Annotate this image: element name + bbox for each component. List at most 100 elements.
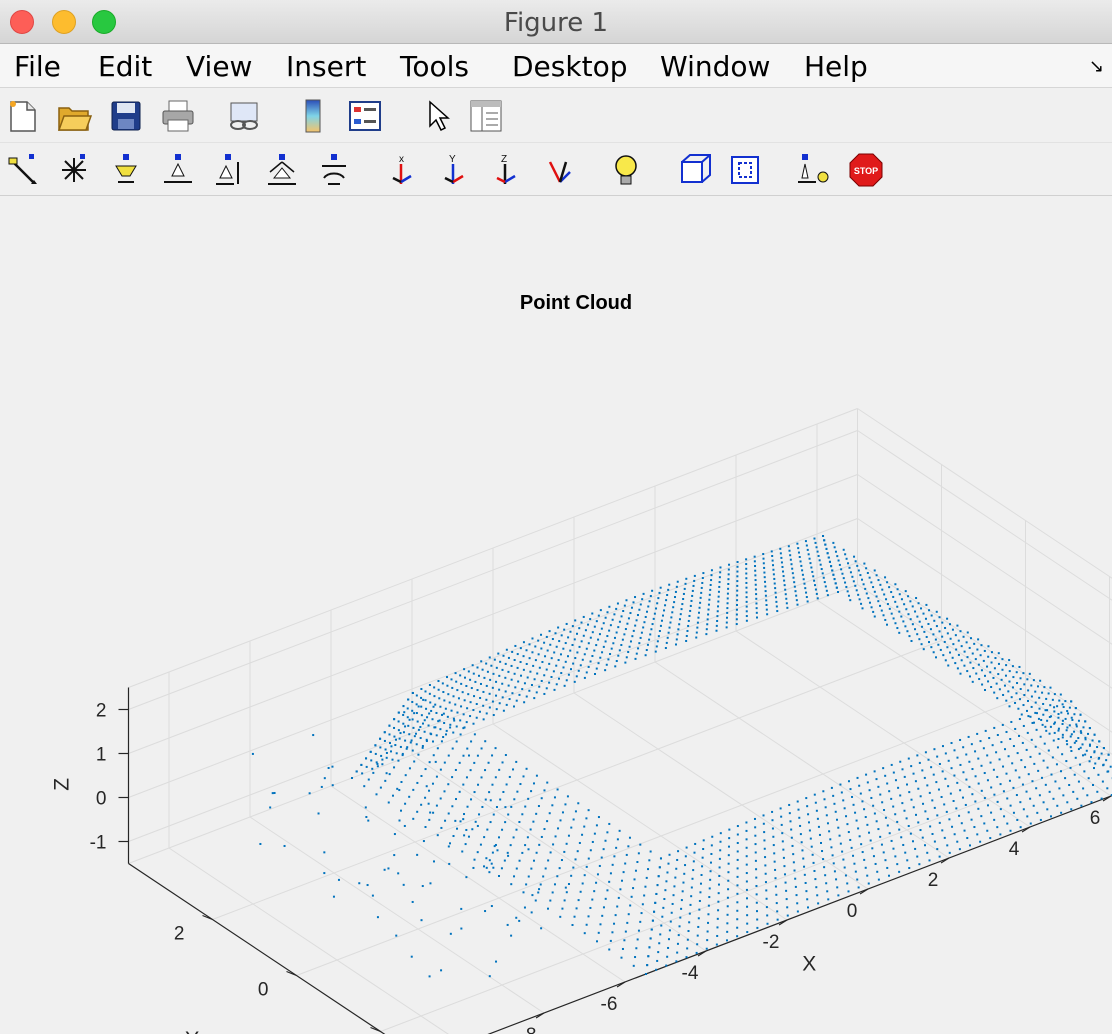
point xyxy=(594,673,596,675)
projection-orthographic-icon[interactable] xyxy=(678,152,714,188)
point xyxy=(764,856,767,859)
point xyxy=(799,833,802,836)
legend-icon[interactable] xyxy=(347,98,383,134)
camera-move-horizontal-icon[interactable] xyxy=(160,152,196,188)
point xyxy=(773,582,776,585)
point xyxy=(312,734,315,737)
point xyxy=(417,728,420,731)
point xyxy=(818,833,821,836)
reset-camera-icon[interactable] xyxy=(796,152,832,188)
point xyxy=(935,781,938,784)
point xyxy=(587,623,590,626)
point xyxy=(447,845,450,848)
point xyxy=(773,852,776,855)
open-file-icon[interactable] xyxy=(56,98,92,134)
camera-zoom-icon[interactable] xyxy=(264,152,300,188)
point xyxy=(745,600,748,603)
point xyxy=(710,579,713,582)
new-figure-icon[interactable] xyxy=(5,98,41,134)
point xyxy=(930,614,933,617)
point xyxy=(331,765,334,768)
point xyxy=(656,602,659,605)
point xyxy=(675,585,678,588)
camera-pan-tilt-icon[interactable] xyxy=(108,152,144,188)
point xyxy=(461,691,464,694)
print-icon[interactable] xyxy=(160,98,196,134)
point xyxy=(771,554,774,557)
figure-canvas[interactable]: Point Cloud -10-8-6-4-20246-202-1012XYZ xyxy=(0,197,1112,1034)
point xyxy=(1009,804,1012,807)
property-inspector-icon[interactable] xyxy=(468,98,504,134)
point xyxy=(506,923,509,926)
colorbar-icon[interactable] xyxy=(296,98,332,134)
point xyxy=(946,646,949,649)
point xyxy=(1060,770,1063,773)
point xyxy=(894,813,897,816)
stop-camera-icon[interactable]: STOP xyxy=(848,152,884,188)
point xyxy=(415,712,418,715)
scene-light-icon[interactable] xyxy=(608,152,644,188)
point xyxy=(956,624,959,627)
menu-file[interactable]: File xyxy=(14,50,61,83)
point xyxy=(977,638,980,641)
save-icon[interactable] xyxy=(108,98,144,134)
menu-view[interactable]: View xyxy=(186,50,252,83)
camera-roll-icon[interactable] xyxy=(316,152,352,188)
link-plot-icon[interactable] xyxy=(226,98,262,134)
menu-help[interactable]: Help xyxy=(804,50,868,83)
principal-axis-y-icon[interactable]: Y xyxy=(435,152,471,188)
menu-tools[interactable]: Tools xyxy=(400,50,469,83)
point xyxy=(745,558,748,561)
point xyxy=(709,583,712,586)
point xyxy=(947,759,950,762)
menu-window[interactable]: Window xyxy=(660,50,770,83)
point xyxy=(926,784,929,787)
point xyxy=(808,829,811,832)
point xyxy=(520,674,523,677)
point xyxy=(986,804,989,807)
point xyxy=(585,647,588,650)
principal-axis-x-icon[interactable]: x xyxy=(383,152,419,188)
menu-insert[interactable]: Insert xyxy=(286,50,366,83)
point xyxy=(1053,693,1056,696)
point xyxy=(955,807,958,810)
point xyxy=(947,785,950,788)
point xyxy=(480,776,483,779)
camera-orbit-icon[interactable] xyxy=(5,152,41,188)
point xyxy=(888,790,891,793)
point xyxy=(522,891,525,894)
point xyxy=(440,826,443,829)
menu-desktop[interactable]: Desktop xyxy=(512,50,627,83)
point xyxy=(933,840,936,843)
point xyxy=(412,817,415,820)
point xyxy=(796,603,799,606)
title-bar[interactable]: Figure 1 xyxy=(0,0,1112,44)
dock-figure-icon[interactable]: ↘ xyxy=(1089,56,1104,77)
point xyxy=(966,631,969,634)
point xyxy=(754,851,757,854)
menu-edit[interactable]: Edit xyxy=(98,50,152,83)
point xyxy=(1026,731,1029,734)
principal-axis-z-icon[interactable]: Z xyxy=(487,152,523,188)
point xyxy=(920,643,923,646)
point xyxy=(614,914,617,917)
point xyxy=(323,777,326,780)
point xyxy=(995,751,998,754)
point xyxy=(906,859,909,862)
point xyxy=(701,581,704,584)
principal-axis-none-icon[interactable] xyxy=(540,152,576,188)
point xyxy=(980,815,983,818)
point xyxy=(1052,797,1055,800)
camera-orbit-scene-light-icon[interactable] xyxy=(56,152,92,188)
point xyxy=(667,938,670,941)
point xyxy=(702,839,705,842)
point xyxy=(1044,725,1047,728)
camera-move-forward-back-icon[interactable] xyxy=(212,152,248,188)
projection-perspective-icon[interactable] xyxy=(727,152,763,188)
point xyxy=(1050,815,1052,818)
edit-plot-arrow-icon[interactable] xyxy=(418,98,454,134)
point xyxy=(447,812,450,815)
axes-3d[interactable]: -10-8-6-4-20246-202-1012XYZ xyxy=(0,197,1112,1034)
box-edge xyxy=(857,584,1112,755)
point xyxy=(455,680,458,683)
